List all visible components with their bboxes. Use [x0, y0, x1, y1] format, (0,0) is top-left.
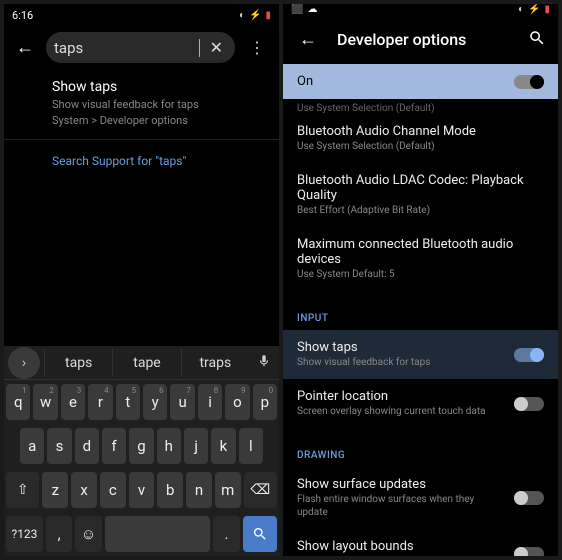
setting-title: Show layout bounds: [297, 539, 504, 554]
search-icon[interactable]: [528, 29, 546, 51]
setting-row[interactable]: Show surface updatesFlash entire window …: [283, 467, 558, 529]
setting-title: Bluetooth Audio LDAC Codec: Playback Qua…: [297, 173, 544, 203]
master-toggle-row[interactable]: On: [283, 64, 558, 99]
key-j[interactable]: j: [184, 428, 208, 464]
key-h[interactable]: h: [157, 428, 181, 464]
key-t[interactable]: t5: [116, 384, 140, 420]
key-a[interactable]: a: [20, 428, 44, 464]
spacebar-key[interactable]: [105, 516, 211, 552]
page-title: Developer options: [337, 30, 512, 49]
result-sub: Show visual feedback for taps: [52, 97, 263, 112]
on-label: On: [297, 74, 504, 89]
search-input[interactable]: taps: [54, 39, 200, 57]
symbols-key[interactable]: ?123: [6, 516, 43, 552]
setting-title: Maximum connected Bluetooth audio device…: [297, 237, 544, 267]
key-s[interactable]: s: [47, 428, 71, 464]
keyboard: › taps tape traps q1w2e3r4t5y6u7i8o9p0 a…: [4, 346, 279, 556]
setting-title: Show taps: [297, 340, 504, 355]
key-w[interactable]: w2: [33, 384, 57, 420]
key-row-4: ?123 , ☺ .: [4, 512, 279, 556]
key-p[interactable]: p0: [253, 384, 277, 420]
phone-right: ⬛☁ ◐⚡▮ ← Developer options On Use System…: [283, 4, 558, 556]
setting-sub: Show visual feedback for taps: [297, 356, 504, 369]
setting-row[interactable]: Maximum connected Bluetooth audio device…: [283, 227, 558, 291]
search-box[interactable]: taps ✕: [46, 32, 235, 63]
suggestion-2[interactable]: tape: [112, 349, 180, 377]
key-g[interactable]: g: [129, 428, 153, 464]
back-arrow-icon[interactable]: ←: [12, 33, 38, 62]
toggle[interactable]: [514, 547, 544, 557]
setting-row[interactable]: Bluetooth Audio Channel ModeUse System S…: [283, 114, 558, 163]
support-link[interactable]: Search Support for "taps": [4, 140, 279, 182]
key-row-1: q1w2e3r4t5y6u7i8o9p0: [4, 380, 279, 424]
toggle[interactable]: [514, 491, 544, 505]
key-q[interactable]: q1: [6, 384, 30, 420]
result-title: Show taps: [52, 79, 263, 95]
suggestion-3[interactable]: traps: [181, 349, 249, 377]
key-b[interactable]: b: [157, 472, 183, 508]
status-bar: 6:16 ◐⚡▮: [4, 4, 279, 26]
setting-sub: Best Effort (Adaptive Bit Rate): [297, 204, 544, 217]
setting-title: Pointer location: [297, 389, 504, 404]
back-arrow-icon[interactable]: ←: [295, 25, 321, 54]
key-m[interactable]: m: [215, 472, 241, 508]
setting-title: Show surface updates: [297, 477, 504, 492]
status-time: 6:16: [12, 9, 33, 22]
key-l[interactable]: l: [239, 428, 263, 464]
setting-sub: Screen overlay showing current touch dat…: [297, 405, 504, 418]
setting-row[interactable]: Bluetooth Audio LDAC Codec: Playback Qua…: [283, 163, 558, 227]
phone-left: 6:16 ◐⚡▮ ← taps ✕ ⋮ Show taps Show visua…: [4, 4, 279, 556]
toggle[interactable]: [514, 348, 544, 362]
chevron-right-icon[interactable]: ›: [8, 347, 40, 379]
key-row-2: asdfghjkl: [4, 424, 279, 468]
period-key[interactable]: .: [213, 516, 239, 552]
suggestion-1[interactable]: taps: [44, 349, 112, 377]
key-v[interactable]: v: [129, 472, 155, 508]
section-input: INPUT: [283, 299, 558, 330]
key-r[interactable]: r4: [88, 384, 112, 420]
setting-sub: Show clip bounds, margins, etc.: [297, 555, 504, 556]
key-u[interactable]: u7: [170, 384, 194, 420]
suggestion-row: › taps tape traps: [4, 346, 279, 380]
setting-sub: Use System Default: 5: [297, 268, 544, 281]
emoji-key[interactable]: ☺: [75, 516, 101, 552]
setting-title: Bluetooth Audio Channel Mode: [297, 124, 544, 139]
setting-row[interactable]: Show tapsShow visual feedback for taps: [283, 330, 558, 379]
master-toggle[interactable]: [514, 75, 544, 89]
more-icon[interactable]: ⋮: [243, 38, 271, 57]
setting-row[interactable]: Pointer locationScreen overlay showing c…: [283, 379, 558, 428]
key-i[interactable]: i8: [198, 384, 222, 420]
status-bar: ⬛☁ ◐⚡▮: [283, 4, 558, 15]
mic-icon[interactable]: [249, 354, 279, 372]
shift-key[interactable]: ⇧: [6, 472, 39, 508]
content-area: [4, 182, 279, 346]
cutoff-text: Use System Selection (Default): [283, 99, 558, 114]
clear-icon[interactable]: ✕: [206, 38, 227, 57]
key-e[interactable]: e3: [61, 384, 85, 420]
key-o[interactable]: o9: [225, 384, 249, 420]
key-n[interactable]: n: [186, 472, 212, 508]
key-f[interactable]: f: [102, 428, 126, 464]
backspace-key[interactable]: ⌫: [244, 472, 277, 508]
setting-row[interactable]: Show layout boundsShow clip bounds, marg…: [283, 529, 558, 556]
setting-sub: Flash entire window surfaces when they u…: [297, 493, 504, 519]
comma-key[interactable]: ,: [46, 516, 72, 552]
key-d[interactable]: d: [75, 428, 99, 464]
dev-header: ← Developer options: [283, 15, 558, 64]
key-k[interactable]: k: [211, 428, 235, 464]
key-c[interactable]: c: [100, 472, 126, 508]
key-y[interactable]: y6: [143, 384, 167, 420]
search-key[interactable]: [243, 516, 277, 552]
status-icons: ◐⚡▮: [239, 10, 271, 21]
search-result[interactable]: Show taps Show visual feedback for taps …: [4, 69, 279, 140]
result-path: System > Developer options: [52, 114, 263, 127]
key-row-3: ⇧zxcvbnm⌫: [4, 468, 279, 512]
section-drawing: DRAWING: [283, 436, 558, 467]
toggle[interactable]: [514, 397, 544, 411]
setting-sub: Use System Selection (Default): [297, 140, 544, 153]
key-x[interactable]: x: [71, 472, 97, 508]
key-z[interactable]: z: [42, 472, 68, 508]
search-header: ← taps ✕ ⋮: [4, 26, 279, 69]
